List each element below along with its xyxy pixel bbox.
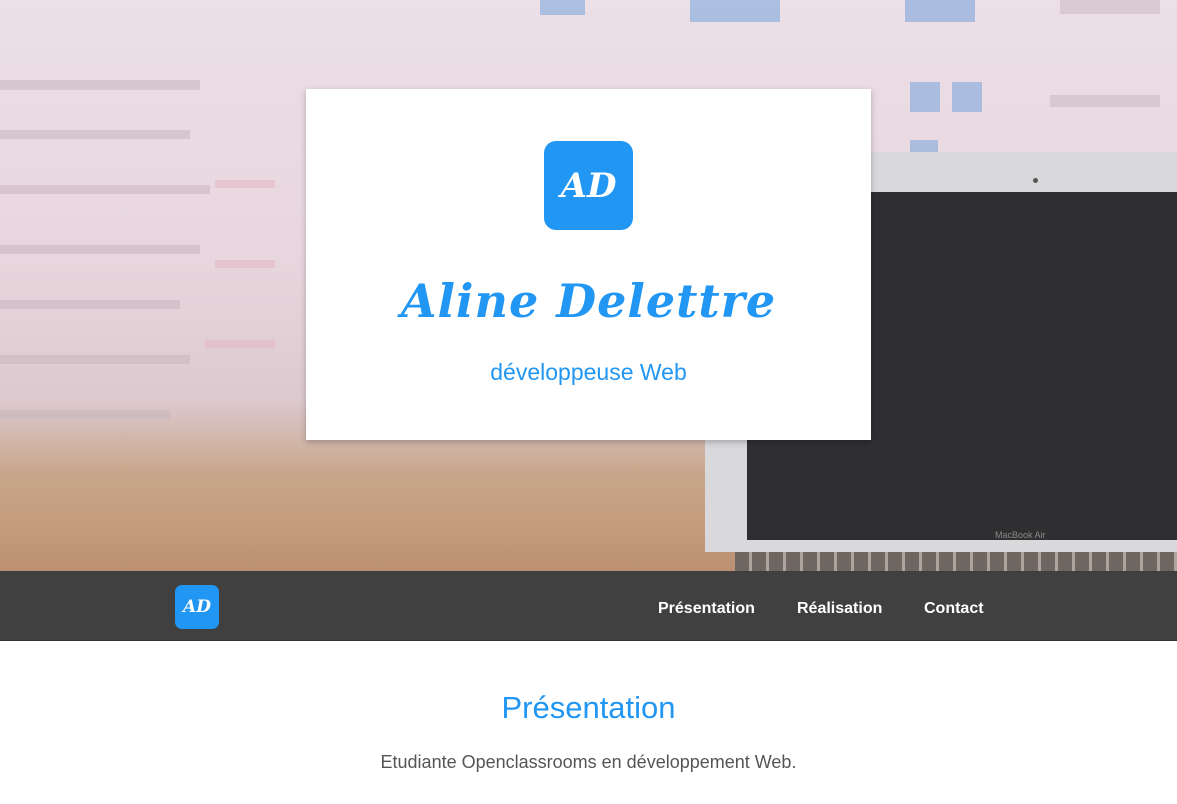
profile-card: AD Aline Delettre développeuse Web [306, 89, 871, 440]
profile-name: Aline Delettre [400, 274, 777, 328]
laptop-camera [1033, 178, 1038, 183]
ad-logo: AD [544, 141, 633, 230]
profile-role: développeuse Web [490, 359, 687, 385]
hero-banner: MacBook Air AD Aline Delettre développeu… [0, 0, 1177, 571]
laptop-keyboard [735, 552, 1177, 571]
navbar-logo[interactable]: AD [175, 585, 219, 629]
section-title-presentation: Présentation [501, 690, 676, 725]
presentation-text: Etudiante Openclassrooms en développemen… [380, 752, 797, 772]
laptop-brand-label: MacBook Air [995, 530, 1046, 540]
nav-link-contact[interactable]: Contact [924, 600, 984, 618]
nav-link-presentation[interactable]: Présentation [658, 600, 755, 618]
main-navbar: AD Présentation Réalisation Contact [0, 571, 1177, 641]
nav-link-realisation[interactable]: Réalisation [797, 600, 882, 618]
